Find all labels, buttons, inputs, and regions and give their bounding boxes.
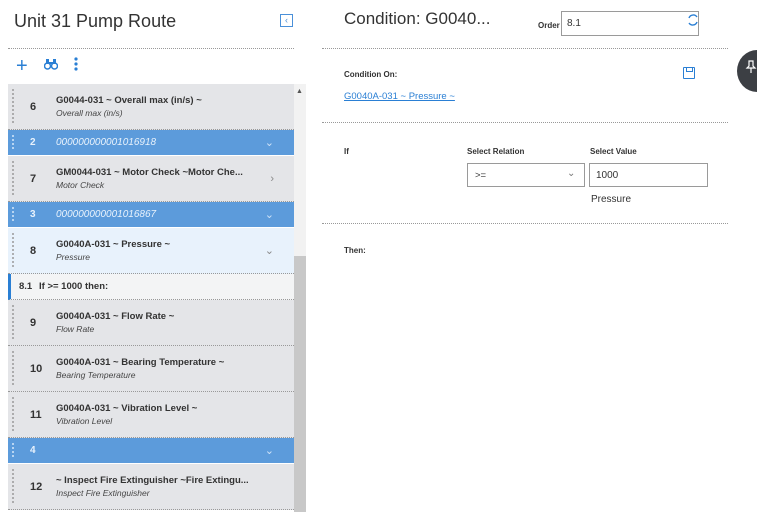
binoculars-icon[interactable] (43, 58, 58, 74)
chevron-down-icon[interactable]: ⌄ (265, 244, 274, 257)
condition-on-link[interactable]: G0040A-031 ~ Pressure ~ (344, 91, 455, 102)
step-title: G0044-031 ~ Overall max (in/s) ~ (56, 95, 202, 106)
list-item[interactable]: 10 G0040A-031 ~ Bearing Temperature ~ Be… (8, 346, 294, 392)
step-number: 9 (30, 316, 37, 329)
chevron-down-icon[interactable]: ⌄ (265, 208, 274, 221)
route-toolbar: + (16, 56, 78, 76)
step-number: 8 (30, 244, 37, 257)
condition-number: 8.1 (19, 281, 33, 292)
group-header[interactable]: 4 ⌄ (8, 438, 294, 464)
group-header[interactable]: 3 000000000001016867 ⌄ (8, 202, 294, 228)
condition-on-label: Condition On: (344, 70, 398, 79)
list-item[interactable]: 12 ~ Inspect Fire Extinguisher ~Fire Ext… (8, 464, 294, 510)
step-title: G0040A-031 ~ Pressure ~ (56, 239, 171, 250)
list-item-selected[interactable]: 8 G0040A-031 ~ Pressure ~ Pressure ⌄ (8, 228, 294, 274)
divider (322, 48, 728, 49)
step-subtitle: Pressure (56, 252, 91, 262)
scroll-up-icon[interactable]: ▲ (296, 88, 303, 95)
divider (322, 223, 728, 224)
divider (8, 48, 294, 49)
if-label: If (344, 147, 349, 156)
drag-handle[interactable] (11, 350, 15, 387)
refresh-icon[interactable] (686, 13, 700, 30)
step-number: 10 (30, 362, 43, 375)
chevron-right-icon[interactable]: › (270, 173, 274, 185)
step-number: 7 (30, 172, 37, 185)
scrollbar-thumb[interactable] (294, 256, 306, 512)
app-root: Unit 31 Pump Route ‹ + 6 G0044-031 ~ Ove… (0, 0, 757, 512)
step-title: GM0044-031 ~ Motor Check ~Motor Che... (56, 167, 243, 178)
divider (322, 122, 728, 123)
collapse-panel-icon[interactable]: ‹ (280, 14, 293, 27)
drag-handle[interactable] (11, 134, 15, 151)
group-number: 4 (30, 445, 36, 456)
drag-handle[interactable] (11, 396, 15, 433)
list-item[interactable]: 7 GM0044-031 ~ Motor Check ~Motor Che...… (8, 156, 294, 202)
chevron-down-icon[interactable]: ⌄ (265, 444, 274, 457)
drag-handle[interactable] (11, 468, 15, 505)
step-title: ~ Inspect Fire Extinguisher ~Fire Exting… (56, 475, 249, 486)
step-subtitle: Inspect Fire Extinguisher (56, 488, 150, 498)
drag-handle[interactable] (11, 160, 15, 197)
vertical-dots-icon[interactable] (74, 57, 78, 75)
step-title: G0040A-031 ~ Bearing Temperature ~ (56, 357, 225, 368)
step-subtitle: Vibration Level (56, 416, 113, 426)
step-title: G0040A-031 ~ Flow Rate ~ (56, 311, 175, 322)
drag-handle[interactable] (11, 206, 15, 223)
step-subtitle: Flow Rate (56, 324, 95, 334)
group-number: 3 (30, 209, 36, 220)
group-number: 2 (30, 137, 36, 148)
save-icon[interactable] (683, 67, 695, 79)
step-list: 6 G0044-031 ~ Overall max (in/s) ~ Overa… (8, 84, 294, 512)
route-title: Unit 31 Pump Route (14, 11, 177, 31)
step-number: 6 (30, 100, 37, 113)
drag-handle[interactable] (11, 304, 15, 341)
step-subtitle: Bearing Temperature (56, 370, 136, 380)
value-unit: Pressure (591, 194, 632, 205)
drag-handle[interactable] (11, 88, 15, 125)
step-title: G0040A-031 ~ Vibration Level ~ (56, 403, 198, 414)
drag-handle[interactable] (11, 442, 15, 459)
condition-title: Condition: G0040... (344, 9, 491, 28)
order-field[interactable]: 8.1 (561, 11, 699, 36)
step-number: 11 (30, 408, 42, 421)
list-item[interactable]: 9 G0040A-031 ~ Flow Rate ~ Flow Rate (8, 300, 294, 346)
list-item[interactable]: 11 G0040A-031 ~ Vibration Level ~ Vibrat… (8, 392, 294, 438)
route-panel: Unit 31 Pump Route ‹ + 6 G0044-031 ~ Ove… (0, 0, 306, 512)
group-header[interactable]: 2 000000000001016918 ⌄ (8, 130, 294, 156)
step-number: 12 (30, 480, 43, 493)
step-subtitle: Motor Check (56, 180, 105, 190)
drag-handle[interactable] (11, 232, 15, 269)
condition-item[interactable]: 8.1 If >= 1000 then: (8, 274, 294, 300)
condition-text: If >= 1000 then: (39, 281, 109, 292)
group-title: 000000000001016867 (56, 209, 157, 220)
order-label: Order (538, 21, 560, 30)
condition-panel: Condition: G0040... Order 8.1 Condition … (322, 0, 732, 512)
chevron-down-icon[interactable]: ⌄ (567, 168, 575, 179)
select-value-label: Select Value (590, 147, 637, 156)
value-input[interactable]: 1000 (589, 163, 708, 187)
step-subtitle: Overall max (in/s) (56, 108, 123, 118)
select-relation-label: Select Relation (467, 147, 525, 156)
group-title: 000000000001016918 (56, 137, 157, 148)
plus-icon[interactable]: + (16, 56, 28, 76)
pin-icon[interactable] (745, 60, 757, 77)
list-item[interactable]: 6 G0044-031 ~ Overall max (in/s) ~ Overa… (8, 84, 294, 130)
chevron-down-icon[interactable]: ⌄ (265, 136, 274, 149)
then-label: Then: (344, 246, 366, 255)
